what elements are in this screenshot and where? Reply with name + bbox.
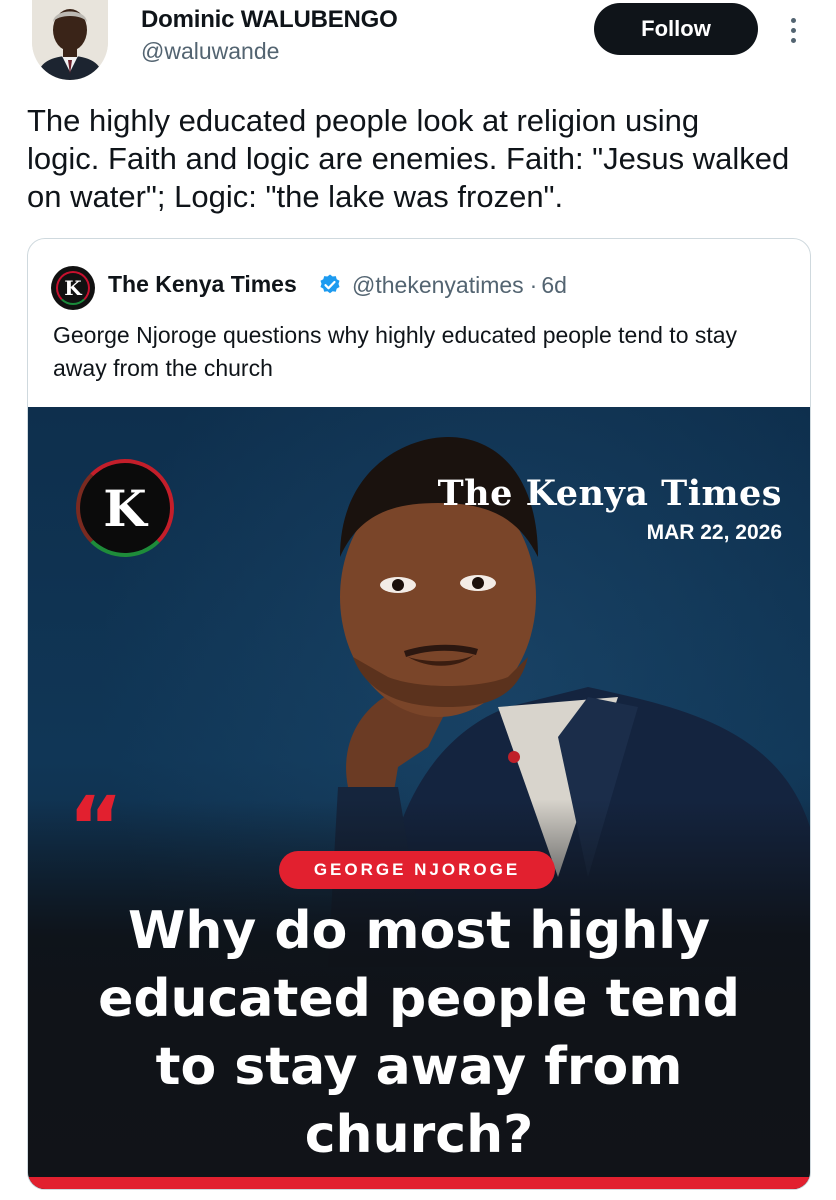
author-handle[interactable]: @waluwande (141, 38, 279, 65)
quoted-media-image[interactable]: K The Kenya Times MAR 22, 2026 “ GEORGE … (28, 407, 810, 1189)
more-dot (790, 37, 796, 43)
quoted-author-handle[interactable]: @thekenyatimes (352, 272, 524, 298)
quoted-tweet-text: George Njoroge questions why highly educ… (53, 322, 738, 381)
media-headline: Why do most highly educated people tend … (98, 901, 740, 1165)
quoted-author-avatar[interactable]: K (53, 268, 93, 308)
article-date: MAR 22, 2026 (646, 521, 782, 544)
author-avatar[interactable] (32, 0, 108, 80)
more-vertical-icon[interactable] (780, 10, 806, 50)
quoted-timestamp[interactable]: 6d (541, 272, 567, 298)
accent-strip (28, 1177, 810, 1189)
author-name[interactable]: Dominic WALUBENGO (141, 6, 398, 34)
meta-separator: · (529, 272, 538, 298)
tweet-text: The highly educated people look at relig… (27, 103, 790, 214)
verified-badge-icon (320, 274, 340, 294)
person-label: GEORGE NJOROGE (279, 851, 555, 889)
quote-mark-icon: “ (68, 778, 124, 876)
follow-button[interactable]: Follow (594, 3, 758, 55)
quoted-avatar-letter: K (56, 271, 90, 305)
quoted-tweet[interactable]: K The Kenya Times @thekenyatimes · 6d Geor… (27, 238, 811, 1190)
kenya-times-logo: K (76, 459, 174, 557)
masthead: The Kenya Times (437, 473, 782, 514)
author-photo (32, 0, 108, 80)
quoted-author-name[interactable]: The Kenya Times (108, 271, 297, 298)
quoted-author-meta: @thekenyatimes · 6d (352, 272, 567, 299)
more-dot (790, 17, 796, 23)
more-dot (790, 27, 796, 33)
